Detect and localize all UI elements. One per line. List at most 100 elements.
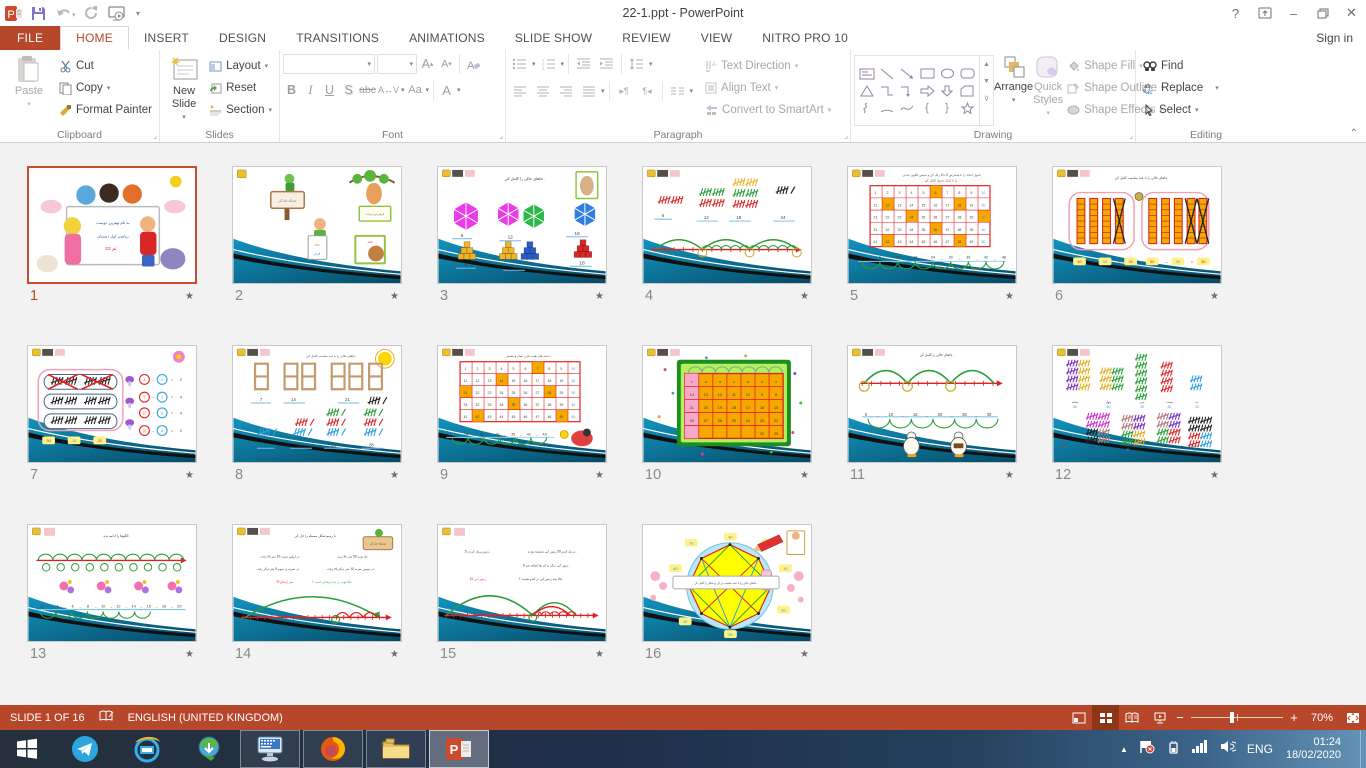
slide-thumbnail-15[interactable]: در یک كندو 50 زنبور آبی نشسته بودند .5 ز…	[437, 524, 607, 666]
clipboard-dialog-launcher[interactable]: ⌟	[153, 132, 157, 140]
slide-thumbnail-13[interactable]: الگوها را ادامه بده .2468101214161820–––…	[27, 524, 197, 666]
tab-nitro-pro-10[interactable]: NITRO PRO 10	[747, 26, 863, 50]
paste-button[interactable]: Paste▾	[3, 52, 55, 126]
firefox-button[interactable]	[303, 730, 363, 768]
reset-button[interactable]: Reset	[205, 77, 276, 99]
cut-button[interactable]: Cut	[55, 55, 156, 77]
triangle-shape-icon[interactable]	[857, 82, 877, 99]
slide-thumbnail-7[interactable]: 4–2=25–1=415–6=425–6=230–10–207★	[27, 345, 197, 487]
left-brace-shape-icon[interactable]: {	[917, 99, 937, 116]
help-icon[interactable]: ?	[1221, 0, 1250, 26]
text-shadow-icon[interactable]: S	[340, 80, 357, 100]
right-brace-shape-icon[interactable]: }	[937, 99, 957, 116]
slide-thumbnail-14[interactable]: با رسم شكل مسئله را حل كن .مسئله حل كنیک…	[232, 524, 402, 666]
start-from-beginning-icon[interactable]	[108, 3, 127, 23]
collapse-ribbon-icon[interactable]: ⌃	[1350, 128, 1358, 139]
convert-to-smartart-button[interactable]: Convert to SmartArt▾	[701, 99, 835, 121]
align-center-icon[interactable]	[532, 81, 553, 101]
shapes-gallery-scroll[interactable]: ▲▼⊽	[980, 55, 994, 126]
elbow-arrow-connector-icon[interactable]	[897, 82, 917, 99]
fit-slide-to-window-icon[interactable]	[1339, 705, 1366, 730]
line-spacing-icon[interactable]	[626, 54, 647, 74]
start-button[interactable]	[0, 730, 54, 768]
zoom-level[interactable]: 70%	[1301, 712, 1339, 724]
telegram-icon[interactable]	[54, 730, 116, 768]
quick-styles-button[interactable]: Quick Styles▾	[1033, 52, 1063, 126]
tab-review[interactable]: REVIEW	[607, 26, 686, 50]
ribbon-display-options-icon[interactable]	[1250, 0, 1279, 26]
paragraph-dialog-launcher[interactable]: ⌟	[844, 132, 848, 140]
idm-icon[interactable]	[178, 730, 240, 768]
tab-design[interactable]: DESIGN	[204, 26, 281, 50]
zoom-in-icon[interactable]: +	[1287, 710, 1301, 725]
shapes-gallery[interactable]: { }	[854, 55, 980, 126]
italic-icon[interactable]: I	[302, 80, 319, 100]
normal-view-icon[interactable]	[1065, 705, 1092, 730]
slide-thumbnail-12[interactable]: پنجاه50چهل40سی30بیست20ده1090نودهشتاد80هف…	[1052, 345, 1222, 487]
snip-corner-shape-icon[interactable]	[957, 82, 977, 99]
bullets-icon[interactable]	[509, 54, 530, 74]
zoom-slider-handle[interactable]	[1230, 712, 1234, 723]
slide-thumbnail-5[interactable]: جدول اعداد را با شمارش 6 تا 6 رنگ كن و س…	[847, 166, 1017, 308]
font-size-combo[interactable]: ▾	[377, 54, 417, 74]
restore-icon[interactable]	[1308, 0, 1337, 26]
align-right-icon[interactable]	[555, 81, 576, 101]
reading-view-icon[interactable]	[1119, 705, 1146, 730]
close-icon[interactable]: ✕	[1337, 0, 1366, 26]
copy-button[interactable]: Copy▾	[55, 77, 156, 99]
slide-thumbnail-4[interactable]: 61218244★	[642, 166, 812, 308]
volume-icon[interactable]	[1220, 740, 1236, 758]
power-icon[interactable]	[1166, 740, 1180, 759]
align-left-icon[interactable]	[509, 81, 530, 101]
tab-animations[interactable]: ANIMATIONS	[394, 26, 500, 50]
scribble-shape-icon[interactable]	[857, 99, 877, 116]
minimize-icon[interactable]: –	[1279, 0, 1308, 26]
tab-slide-show[interactable]: SLIDE SHOW	[500, 26, 607, 50]
elbow-connector-icon[interactable]	[877, 82, 897, 99]
clear-formatting-icon[interactable]: A	[464, 54, 481, 74]
slide-show-icon[interactable]	[1146, 705, 1173, 730]
layout-button[interactable]: Layout▾	[205, 55, 276, 77]
increase-font-size-icon[interactable]: A▴	[419, 54, 436, 74]
arc-shape-icon[interactable]	[877, 99, 897, 116]
powerpoint-taskbar-button[interactable]: P	[429, 730, 489, 768]
save-icon[interactable]	[31, 3, 46, 23]
font-dialog-launcher[interactable]: ⌟	[499, 132, 503, 140]
sign-in-link[interactable]: Sign in	[1316, 31, 1353, 45]
font-color-icon[interactable]: A	[438, 80, 455, 100]
justify-icon[interactable]	[578, 81, 599, 101]
slide-thumbnail-3[interactable]: جاهای خالی را كامل كن .61218612183★	[437, 166, 607, 308]
slide-thumbnail-2[interactable]: مسئله حل كنفرفره و درختمدادقرمزشعر2★	[232, 166, 402, 308]
arrow-shape-icon[interactable]	[897, 65, 917, 82]
taskbar-clock[interactable]: 01:24 18/02/2020	[1284, 736, 1349, 762]
section-button[interactable]: Section▾	[205, 99, 276, 121]
columns-icon[interactable]	[667, 81, 688, 101]
bold-icon[interactable]: B	[283, 80, 300, 100]
rectangle-shape-icon[interactable]	[917, 65, 937, 82]
decrease-font-size-icon[interactable]: A▾	[438, 54, 455, 74]
slide-thumbnail-6[interactable]: جاهای خالی را با عدد مناسب كامل كن .40–1…	[1052, 166, 1222, 308]
network-signal-icon[interactable]	[1191, 740, 1209, 758]
increase-indent-icon[interactable]	[596, 54, 617, 74]
new-slide-button[interactable]: New Slide▾	[163, 52, 205, 126]
text-direction-button[interactable]: AText Direction▾	[701, 55, 835, 77]
oval-shape-icon[interactable]	[937, 65, 957, 82]
tab-insert[interactable]: INSERT	[129, 26, 204, 50]
show-hidden-icons-icon[interactable]: ▲	[1120, 745, 1128, 754]
ltr-text-icon[interactable]: ▸¶	[614, 81, 635, 101]
slide-sorter-view-icon[interactable]	[1092, 705, 1119, 730]
zoom-slider[interactable]	[1191, 705, 1283, 730]
format-painter-button[interactable]: Format Painter	[55, 99, 156, 121]
star-shape-icon[interactable]	[957, 99, 977, 116]
arrange-button[interactable]: Arrange▾	[994, 52, 1033, 126]
slide-thumbnail-11[interactable]: جاهای خالی را كامل كن .01015202530–––––1…	[847, 345, 1017, 487]
drawing-dialog-launcher[interactable]: ⌟	[1129, 132, 1133, 140]
strikethrough-icon[interactable]: abc	[359, 80, 376, 100]
character-spacing-icon[interactable]: A↔V	[378, 80, 399, 100]
tab-file[interactable]: FILE	[0, 26, 60, 50]
on-screen-keyboard-button[interactable]	[240, 730, 300, 768]
select-button[interactable]: Select▾	[1139, 99, 1223, 121]
action-center-icon[interactable]	[1139, 740, 1155, 759]
language-indicator[interactable]: ENGLISH (UNITED KINGDOM)	[128, 712, 283, 724]
replace-button[interactable]: abacReplace▾	[1139, 77, 1223, 99]
